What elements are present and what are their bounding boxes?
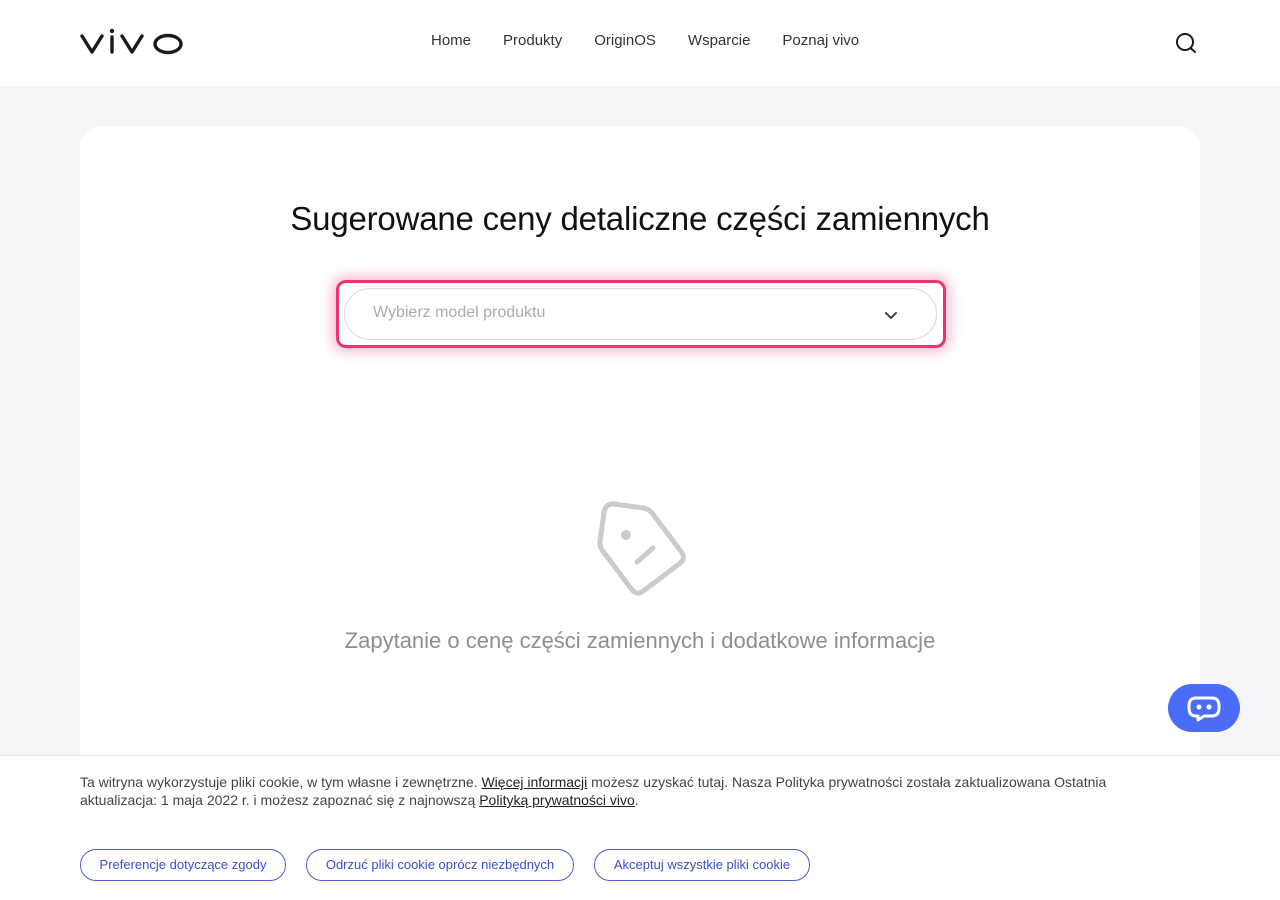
chatbot-icon (1187, 696, 1221, 722)
more-info-link[interactable]: Więcej informacji (481, 774, 587, 790)
accept-all-cookies-button[interactable]: Akceptuj wszystkie pliki cookie (594, 849, 810, 881)
tag-sad-face-icon (585, 496, 695, 606)
search-icon[interactable] (1174, 31, 1198, 55)
main-nav: Home Produkty OriginOS Wsparcie Poznaj v… (431, 31, 859, 51)
nav-produkty[interactable]: Produkty (503, 31, 562, 51)
main-card: Sugerowane ceny detaliczne części zamien… (80, 126, 1200, 806)
nav-home[interactable]: Home (431, 31, 471, 51)
nav-wsparcie[interactable]: Wsparcie (688, 31, 751, 51)
cookie-banner: Ta witryna wykorzystuje pliki cookie, w … (0, 755, 1280, 900)
privacy-policy-link[interactable]: Polityką prywatności vivo (479, 792, 635, 808)
reject-non-essential-button[interactable]: Odrzuć pliki cookie oprócz niezbędnych (306, 849, 574, 881)
cookie-text: Ta witryna wykorzystuje pliki cookie, w … (80, 773, 1170, 809)
chevron-down-icon (883, 307, 899, 323)
vivo-logo[interactable] (80, 28, 184, 56)
select-placeholder: Wybierz model produktu (373, 304, 546, 321)
nav-poznaj-vivo[interactable]: Poznaj vivo (782, 31, 859, 51)
page-title: Sugerowane ceny detaliczne części zamien… (290, 200, 990, 237)
consent-preferences-button[interactable]: Preferencje dotyczące zgody (80, 849, 286, 881)
chatbot-button[interactable] (1168, 684, 1240, 732)
site-header: Home Produkty OriginOS Wsparcie Poznaj v… (0, 0, 1280, 86)
cookie-text-part: . (634, 792, 639, 808)
nav-originos[interactable]: OriginOS (594, 31, 656, 51)
product-model-select[interactable]: Wybierz model produktu (344, 288, 937, 340)
empty-state-text: Zapytanie o cenę części zamiennych i dod… (344, 628, 936, 653)
cookie-text-part: Ta witryna wykorzystuje pliki cookie, w … (80, 774, 482, 790)
